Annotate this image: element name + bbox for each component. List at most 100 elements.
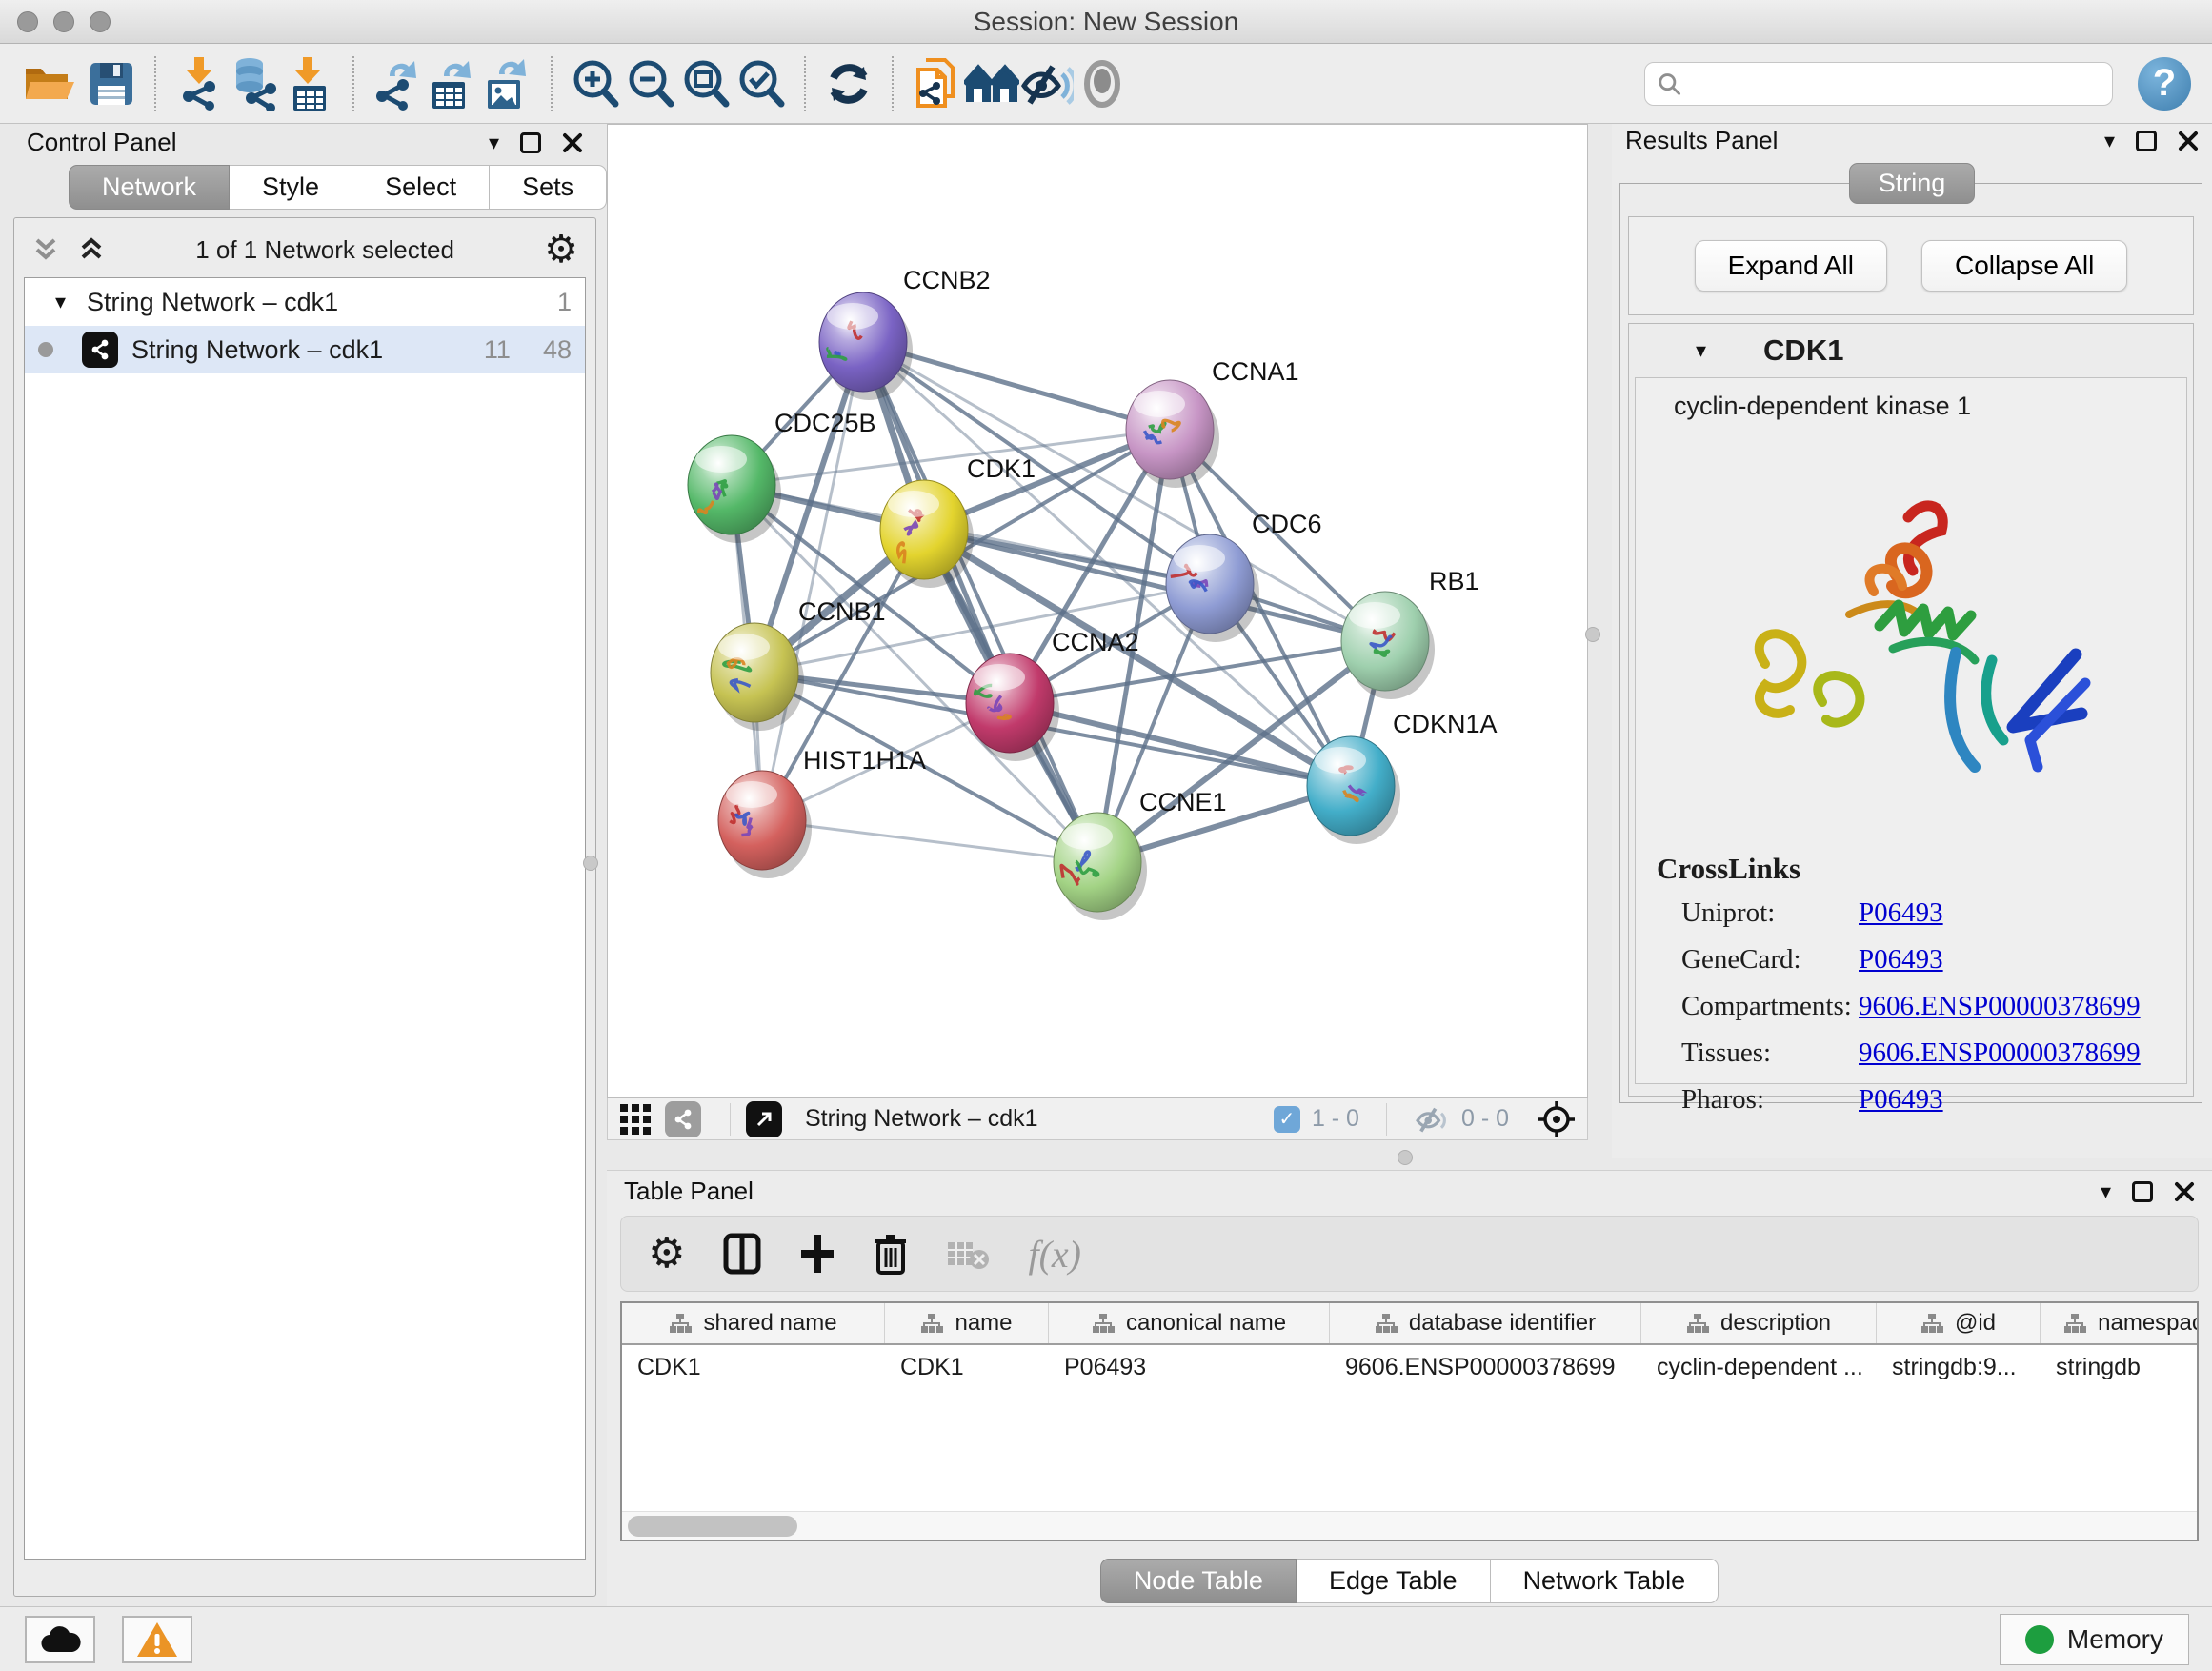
toolbar-divider bbox=[730, 1103, 731, 1136]
expand-all-chevron-icon[interactable] bbox=[77, 237, 106, 262]
import-network-file-button[interactable] bbox=[171, 56, 227, 111]
network-options-gear-icon[interactable]: ⚙ bbox=[544, 231, 578, 269]
network-view-share-icon[interactable] bbox=[665, 1101, 701, 1137]
tab-string[interactable]: String bbox=[1849, 163, 1976, 204]
table-row[interactable]: CDK1CDK1P064939606.ENSP00000378699cyclin… bbox=[622, 1345, 2197, 1389]
zoom-fit-icon bbox=[680, 58, 732, 110]
close-panel-icon[interactable] bbox=[562, 132, 583, 153]
compartments-link[interactable]: 9606.ENSP00000378699 bbox=[1859, 991, 2141, 1022]
export-image-button[interactable] bbox=[480, 56, 535, 111]
zoom-selected-button[interactable] bbox=[734, 56, 789, 111]
collapse-panel-icon[interactable]: ▾ bbox=[2101, 1181, 2111, 1202]
table-options-gear-icon[interactable]: ⚙ bbox=[648, 1233, 685, 1275]
genecard-link[interactable]: P06493 bbox=[1859, 944, 1943, 976]
zoom-in-button[interactable] bbox=[568, 56, 623, 111]
tissues-link[interactable]: 9606.ENSP00000378699 bbox=[1859, 1037, 2141, 1069]
delete-column-trash-icon[interactable] bbox=[874, 1233, 908, 1275]
table-cell[interactable]: stringdb bbox=[2041, 1345, 2199, 1389]
search-field bbox=[1644, 62, 2113, 106]
tab-network-table[interactable]: Network Table bbox=[1491, 1559, 1719, 1603]
toolbar-divider bbox=[1386, 1103, 1387, 1136]
hierarchy-icon bbox=[669, 1313, 692, 1334]
horizontal-scrollbar[interactable] bbox=[622, 1511, 2197, 1540]
column-header--id[interactable]: @id bbox=[1877, 1303, 2041, 1343]
collapse-panel-icon[interactable]: ▾ bbox=[2104, 131, 2115, 151]
zoom-selected-icon bbox=[735, 58, 787, 110]
float-panel-icon[interactable] bbox=[2132, 1181, 2153, 1202]
uniprot-link[interactable]: P06493 bbox=[1859, 897, 1943, 929]
birdseye-crosshair-icon[interactable] bbox=[1538, 1100, 1576, 1138]
tab-node-table[interactable]: Node Table bbox=[1100, 1559, 1297, 1603]
tab-style[interactable]: Style bbox=[230, 165, 352, 210]
export-table-button[interactable] bbox=[425, 56, 480, 111]
tab-edge-table[interactable]: Edge Table bbox=[1297, 1559, 1491, 1603]
search-input[interactable] bbox=[1681, 70, 2101, 97]
show-columns-icon[interactable] bbox=[723, 1233, 761, 1275]
column-header-database-identifier[interactable]: database identifier bbox=[1330, 1303, 1641, 1343]
close-panel-icon[interactable] bbox=[2178, 131, 2199, 151]
network-row[interactable]: String Network – cdk1 11 48 bbox=[25, 326, 585, 373]
column-header-canonical-name[interactable]: canonical name bbox=[1049, 1303, 1330, 1343]
tab-network[interactable]: Network bbox=[69, 165, 230, 210]
left-splitter-handle[interactable] bbox=[583, 856, 598, 871]
memory-button[interactable]: Memory bbox=[2000, 1614, 2189, 1665]
tab-sets[interactable]: Sets bbox=[490, 165, 607, 210]
show-all-button[interactable] bbox=[1075, 56, 1130, 111]
import-table-icon bbox=[288, 57, 332, 111]
open-session-button[interactable] bbox=[21, 56, 76, 111]
gene-name: CDK1 bbox=[1763, 333, 1843, 368]
help-button[interactable]: ? bbox=[2138, 57, 2191, 111]
gene-section-expand-icon[interactable]: ▾ bbox=[1696, 340, 1706, 361]
table-cell[interactable]: cyclin-dependent ... bbox=[1641, 1345, 1877, 1389]
save-session-button[interactable] bbox=[84, 56, 139, 111]
network-collection-row[interactable]: ▾ String Network – cdk1 1 bbox=[25, 278, 585, 326]
hide-selected-button[interactable] bbox=[1019, 56, 1075, 111]
table-cell[interactable]: 9606.ENSP00000378699 bbox=[1330, 1345, 1641, 1389]
table-cell[interactable]: stringdb:9... bbox=[1877, 1345, 2041, 1389]
grid-view-icon[interactable] bbox=[619, 1103, 652, 1136]
add-column-icon[interactable] bbox=[799, 1233, 835, 1275]
cloud-status-button[interactable] bbox=[25, 1616, 95, 1663]
node-label-RB1: RB1 bbox=[1429, 567, 1479, 595]
right-splitter-handle[interactable] bbox=[1585, 627, 1600, 642]
warnings-button[interactable] bbox=[122, 1616, 192, 1663]
export-network-button[interactable] bbox=[370, 56, 425, 111]
close-panel-icon[interactable] bbox=[2174, 1181, 2195, 1202]
table-cell[interactable]: P06493 bbox=[1049, 1345, 1330, 1389]
selected-nodes-checkbox-icon[interactable]: ✓ bbox=[1274, 1106, 1300, 1133]
column-header-namespac[interactable]: namespac bbox=[2041, 1303, 2199, 1343]
scrollbar-thumb[interactable] bbox=[628, 1516, 797, 1537]
collapse-all-button[interactable]: Collapse All bbox=[1921, 240, 2127, 292]
bottom-splitter-handle[interactable] bbox=[1398, 1150, 1413, 1165]
pharos-link[interactable]: P06493 bbox=[1859, 1084, 1943, 1116]
collection-expand-icon[interactable]: ▾ bbox=[55, 292, 66, 312]
expand-all-button[interactable]: Expand All bbox=[1695, 240, 1887, 292]
delete-table-icon[interactable] bbox=[946, 1237, 990, 1271]
import-table-file-button[interactable] bbox=[282, 56, 337, 111]
network-graph[interactable]: CCNB2CCNA1CDC25BCDK1CDC6RB1CCNB1CCNA2CDK… bbox=[608, 125, 1587, 1097]
node-label-CCNB1: CCNB1 bbox=[798, 597, 886, 626]
zoom-fit-button[interactable] bbox=[678, 56, 734, 111]
collapse-panel-icon[interactable]: ▾ bbox=[489, 132, 499, 153]
apply-layout-button[interactable] bbox=[821, 56, 876, 111]
clone-network-button[interactable] bbox=[909, 56, 964, 111]
toolbar-divider bbox=[154, 56, 156, 111]
column-header-name[interactable]: name bbox=[885, 1303, 1049, 1343]
float-panel-icon[interactable] bbox=[2136, 131, 2157, 151]
column-header-shared-name[interactable]: shared name bbox=[622, 1303, 885, 1343]
import-network-database-button[interactable] bbox=[227, 56, 282, 111]
table-cell[interactable]: CDK1 bbox=[622, 1345, 885, 1389]
column-header-description[interactable]: description bbox=[1641, 1303, 1877, 1343]
first-neighbors-button[interactable] bbox=[964, 56, 1019, 111]
network-node-CCNA1: CCNA1 bbox=[1126, 357, 1299, 488]
function-builder-icon[interactable]: f(x) bbox=[1028, 1232, 1081, 1277]
detach-view-icon[interactable] bbox=[746, 1101, 782, 1137]
tab-select[interactable]: Select bbox=[352, 165, 490, 210]
toolbar-divider bbox=[352, 56, 354, 111]
zoom-out-button[interactable] bbox=[623, 56, 678, 111]
toolbar-divider bbox=[804, 56, 806, 111]
table-cell[interactable]: CDK1 bbox=[885, 1345, 1049, 1389]
collapse-all-chevron-icon[interactable] bbox=[31, 237, 60, 262]
float-panel-icon[interactable] bbox=[520, 132, 541, 153]
network-canvas[interactable]: CCNB2CCNA1CDC25BCDK1CDC6RB1CCNB1CCNA2CDK… bbox=[607, 124, 1588, 1098]
